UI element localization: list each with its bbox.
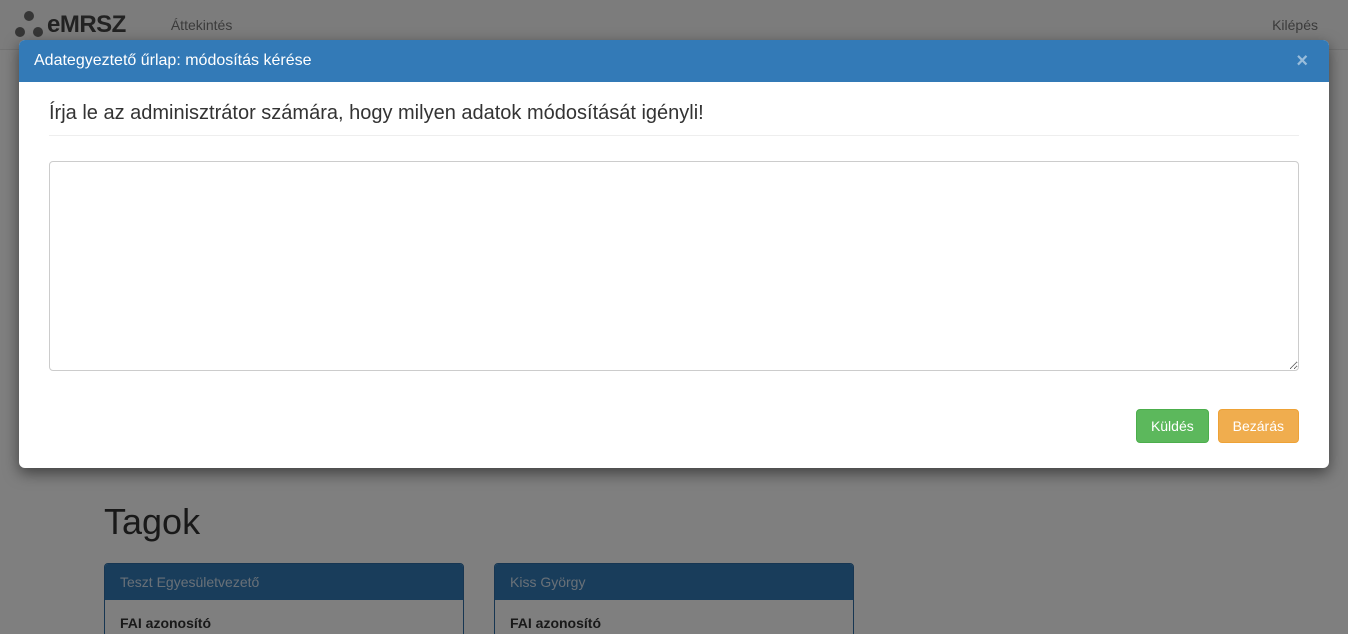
modal-instruction: Írja le az adminisztrátor számára, hogy … [49,102,1299,136]
send-button[interactable]: Küldés [1136,409,1209,443]
modal-body: Írja le az adminisztrátor számára, hogy … [19,82,1329,394]
close-icon[interactable]: × [1290,50,1314,72]
modal-dialog: Adategyeztető űrlap: módosítás kérése × … [19,40,1329,468]
close-button[interactable]: Bezárás [1218,409,1299,443]
modal-footer: Küldés Bezárás [19,394,1329,468]
modal-title: Adategyeztető űrlap: módosítás kérése [34,52,312,69]
modification-textarea[interactable] [49,161,1299,371]
modal-header: Adategyeztető űrlap: módosítás kérése × [19,40,1329,82]
